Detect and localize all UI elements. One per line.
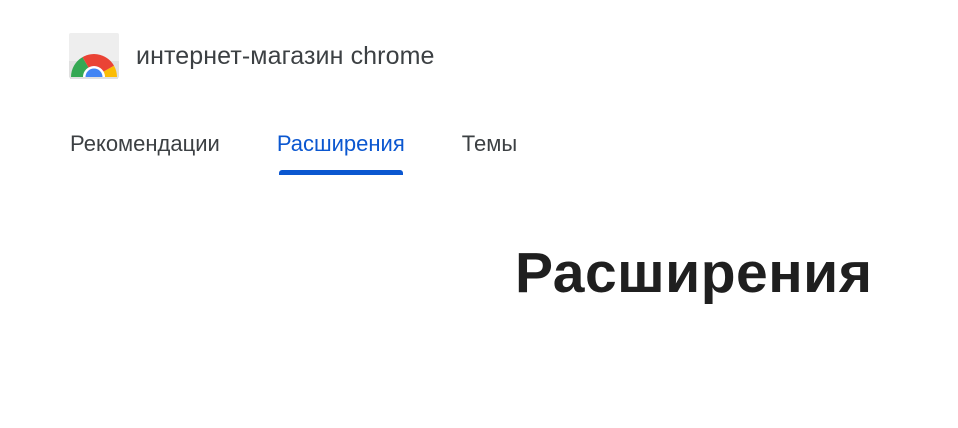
tab-label: Расширения [276, 131, 405, 156]
tab-extensions[interactable]: Расширения [276, 124, 405, 175]
page: интернет-магазин chrome Рекомендации Рас… [0, 0, 958, 428]
active-tab-indicator [278, 170, 403, 175]
tab-recommendations[interactable]: Рекомендации [70, 124, 220, 164]
tab-label: Темы [461, 131, 518, 156]
page-title: Расширения [515, 241, 873, 305]
tab-label: Рекомендации [70, 131, 220, 156]
chrome-web-store-icon[interactable] [68, 33, 120, 79]
store-title[interactable]: интернет-магазин chrome [136, 42, 435, 71]
store-header: интернет-магазин chrome [68, 33, 435, 79]
category-tabs: Рекомендации Расширения Темы [70, 124, 517, 176]
tab-themes[interactable]: Темы [462, 124, 517, 164]
